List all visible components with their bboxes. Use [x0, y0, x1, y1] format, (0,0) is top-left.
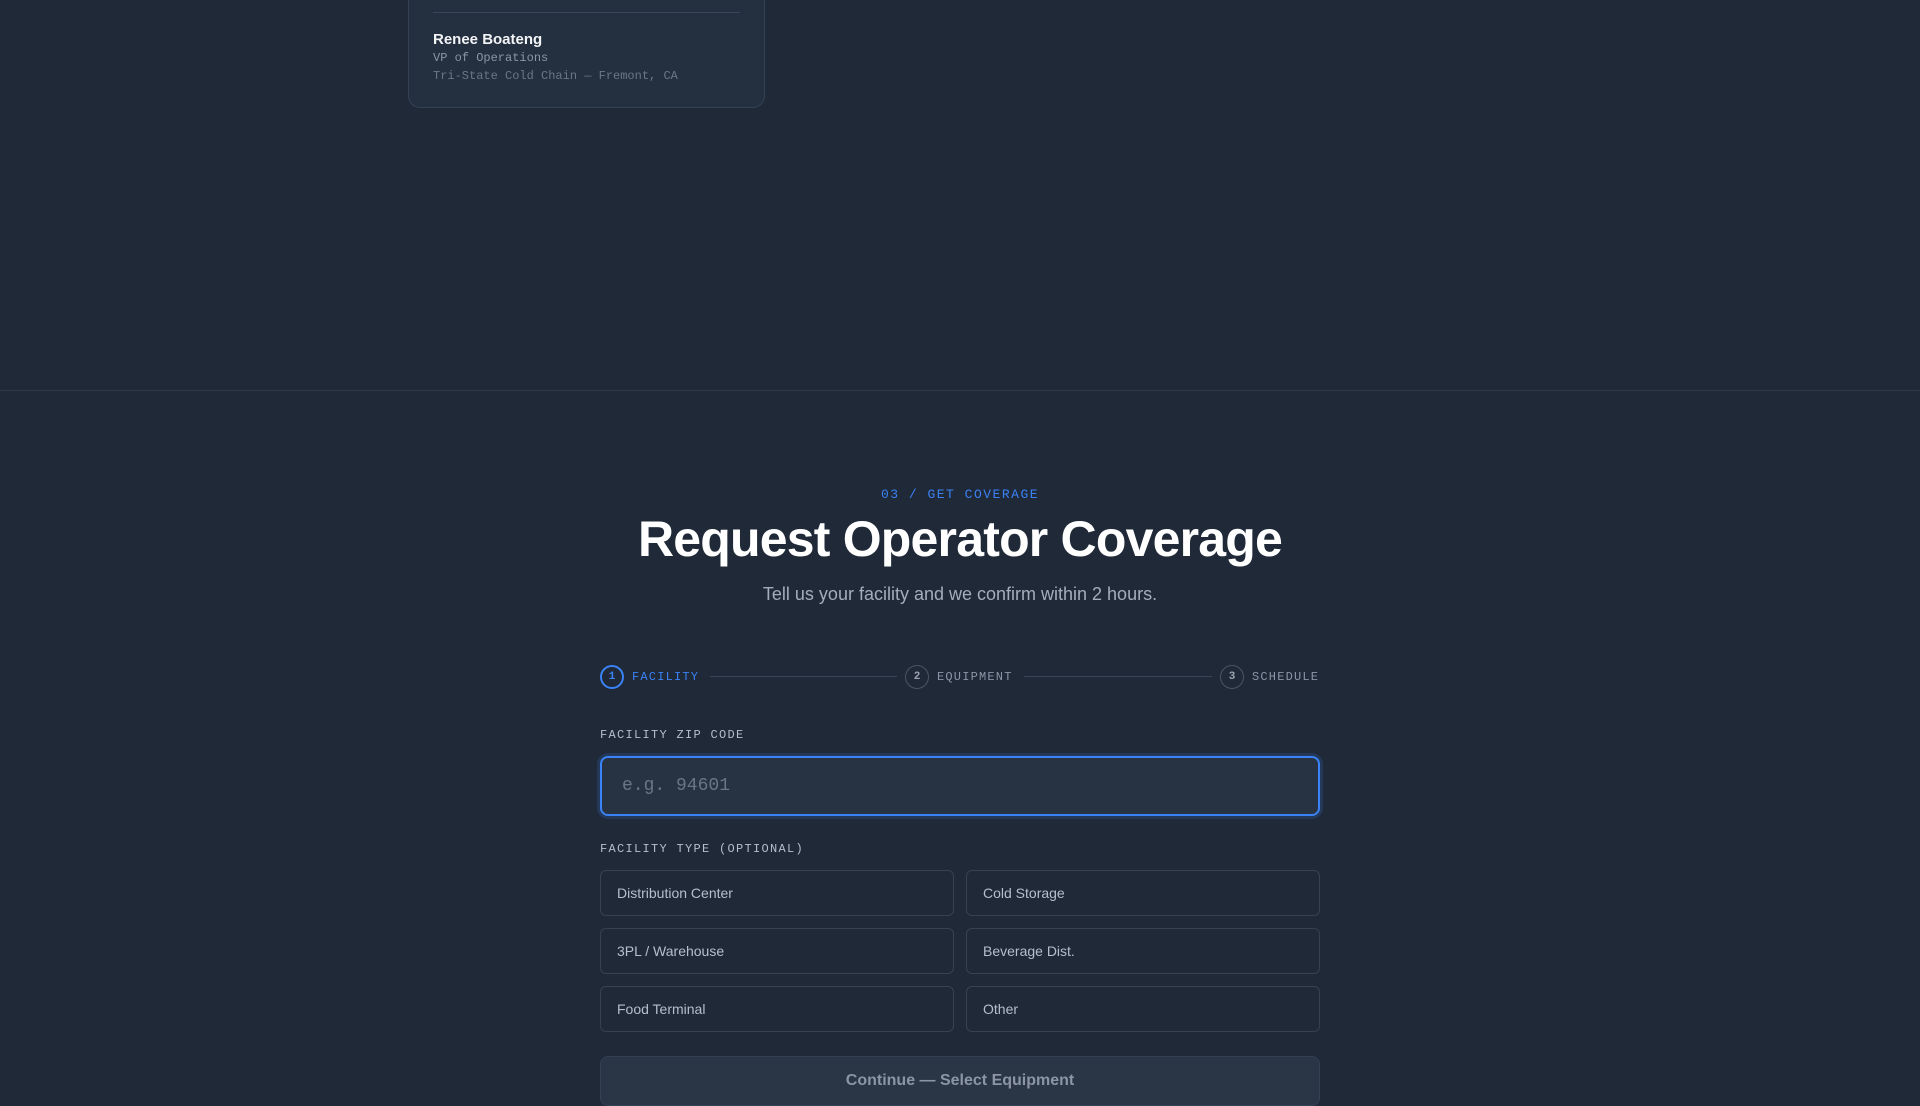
page-title: Request Operator Coverage: [637, 511, 1283, 567]
testimonial-card: Renee Boateng VP of Operations Tri-State…: [408, 0, 765, 108]
testimonial-author-name: Renee Boateng: [433, 31, 543, 48]
step-schedule[interactable]: 3 SCHEDULE: [1220, 664, 1319, 690]
testimonial-section: Renee Boateng VP of Operations Tri-State…: [0, 0, 1920, 391]
step-label: EQUIPMENT: [937, 670, 1013, 684]
progress-stepper: 1 FACILITY 2 EQUIPMENT 3 SCHEDULE: [600, 664, 1320, 690]
facility-type-label: FACILITY TYPE (OPTIONAL): [600, 842, 805, 856]
step-equipment[interactable]: 2 EQUIPMENT: [905, 664, 1013, 690]
page-subtitle: Tell us your facility and we confirm wit…: [762, 584, 1158, 604]
step-facility[interactable]: 1 FACILITY: [600, 664, 699, 690]
zip-code-input[interactable]: [600, 756, 1320, 816]
step-label: SCHEDULE: [1252, 670, 1320, 684]
card-divider: [433, 12, 740, 13]
facility-type-3pl-warehouse[interactable]: 3PL / Warehouse: [600, 928, 954, 974]
step-number: 2: [905, 665, 929, 689]
step-number: 1: [600, 665, 624, 689]
facility-type-other[interactable]: Other: [966, 986, 1320, 1032]
continue-button[interactable]: Continue — Select Equipment: [600, 1056, 1320, 1106]
facility-type-beverage-dist[interactable]: Beverage Dist.: [966, 928, 1320, 974]
zip-code-label: FACILITY ZIP CODE: [600, 728, 745, 742]
facility-type-options: Distribution Center Cold Storage 3PL / W…: [600, 870, 1320, 1032]
step-connector: [710, 676, 897, 677]
testimonial-author-company: Tri-State Cold Chain — Fremont, CA: [433, 69, 678, 83]
coverage-form-section: 03 / GET COVERAGE Request Operator Cover…: [0, 392, 1920, 1106]
step-label: FACILITY: [632, 670, 700, 684]
facility-type-food-terminal[interactable]: Food Terminal: [600, 986, 954, 1032]
section-eyebrow: 03 / GET COVERAGE: [880, 487, 1040, 502]
facility-type-distribution-center[interactable]: Distribution Center: [600, 870, 954, 916]
step-number: 3: [1220, 665, 1244, 689]
facility-type-cold-storage[interactable]: Cold Storage: [966, 870, 1320, 916]
testimonial-author-role: VP of Operations: [433, 51, 549, 65]
step-connector: [1024, 676, 1212, 677]
